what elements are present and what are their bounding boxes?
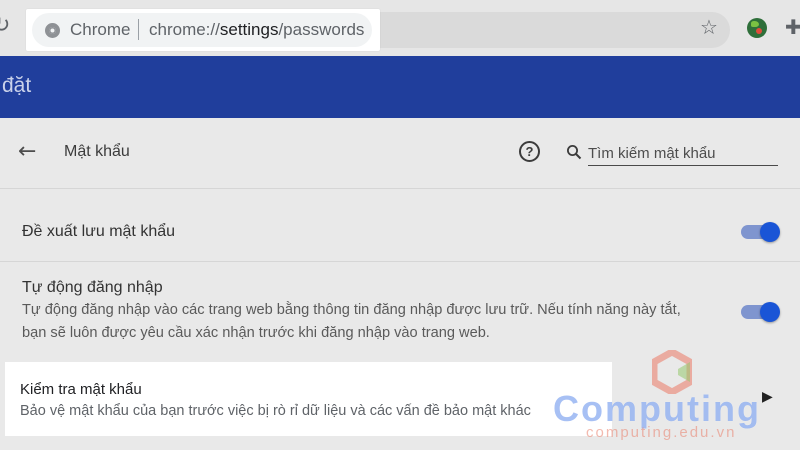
toggle-knob bbox=[760, 302, 780, 322]
password-check-description: Bảo vệ mật khẩu của bạn trước việc bị rò… bbox=[20, 403, 531, 419]
site-label: Chrome bbox=[70, 20, 131, 39]
auto-signin-description: Tự động đăng nhập vào các trang web bằng… bbox=[22, 299, 722, 345]
url-path: /passwords bbox=[278, 20, 365, 39]
address-bar-field[interactable]: Chrome chrome://settings/passwords bbox=[32, 13, 372, 47]
password-check-row[interactable] bbox=[5, 362, 612, 436]
divider bbox=[0, 188, 800, 189]
omnibox-background bbox=[370, 12, 730, 48]
chrome-logo-icon[interactable] bbox=[45, 23, 60, 38]
auto-signin-label: Tự động đăng nhập bbox=[22, 279, 163, 296]
chevron-right-icon[interactable]: ▶ bbox=[762, 389, 773, 405]
page-title: Mật khẩu bbox=[64, 143, 130, 160]
auto-signin-toggle[interactable] bbox=[741, 302, 780, 322]
help-icon[interactable]: ? bbox=[519, 141, 540, 162]
address-separator bbox=[138, 19, 139, 40]
divider bbox=[0, 261, 800, 262]
puzzle-icon[interactable]: ✚ bbox=[785, 16, 800, 38]
auto-signin-desc-line2: bạn sẽ luôn được yêu cầu xác nhận trước … bbox=[22, 325, 490, 341]
url-prefix: chrome:// bbox=[149, 20, 220, 39]
star-icon[interactable]: ☆ bbox=[698, 16, 720, 38]
password-check-label: Kiểm tra mật khẩu bbox=[20, 381, 142, 398]
offer-to-save-toggle[interactable] bbox=[741, 222, 780, 242]
address-bar[interactable]: Chrome chrome://settings/passwords bbox=[26, 9, 380, 51]
settings-header: đặt bbox=[0, 56, 800, 118]
auto-signin-desc-line1: Tự động đăng nhập vào các trang web bằng… bbox=[22, 302, 681, 318]
globe-extension-icon[interactable] bbox=[747, 18, 767, 38]
offer-to-save-label: Đề xuất lưu mật khẩu bbox=[22, 223, 176, 240]
watermark-url: computing.edu.vn bbox=[586, 424, 737, 441]
browser-toolbar: ↻ Chrome chrome://settings/passwords ☆ ✚ bbox=[0, 0, 800, 56]
search-passwords-input[interactable] bbox=[588, 140, 778, 166]
toggle-knob bbox=[760, 222, 780, 242]
url-text[interactable]: chrome://settings/passwords bbox=[149, 20, 364, 40]
url-host: settings bbox=[219, 20, 279, 39]
search-icon bbox=[567, 145, 582, 160]
settings-header-title: đặt bbox=[2, 74, 32, 97]
back-arrow-icon[interactable]: ← bbox=[18, 140, 44, 164]
reload-icon[interactable]: ↻ bbox=[0, 14, 16, 38]
